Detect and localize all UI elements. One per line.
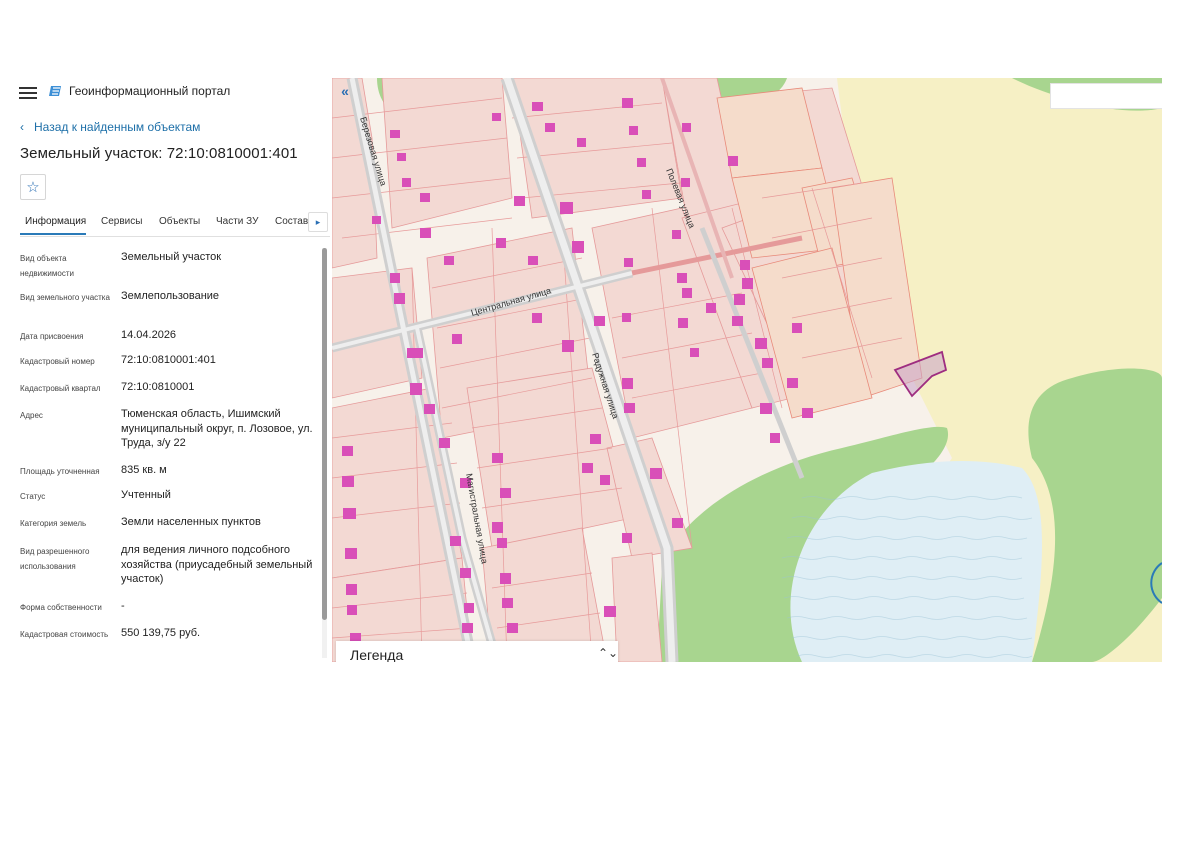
- prop-value-status: Учтенный: [121, 489, 171, 501]
- chevron-right-icon: ▸: [315, 216, 321, 227]
- prop-label-address: Адрес: [20, 411, 43, 420]
- prop-value-address: Тюменская область, Ишимский муниципальны…: [121, 408, 313, 449]
- tab-objects[interactable]: Объекты: [159, 216, 200, 227]
- tab-composition[interactable]: Состав: [275, 216, 308, 227]
- double-chevron-left-icon: «: [341, 83, 349, 99]
- prop-label-land-category: Категория земель: [20, 519, 87, 528]
- prop-value-date: 14.04.2026: [121, 329, 177, 341]
- panel-scrollbar-thumb[interactable]: [322, 248, 327, 620]
- legend-bar[interactable]: Легенда ⌃⌄: [336, 641, 618, 662]
- prop-value-cadastral-number: 72:10:0810001:401: [121, 354, 216, 366]
- back-to-results-link[interactable]: ‹ Назад к найденным объектам: [20, 120, 200, 134]
- prop-label-area: Площадь уточненная: [20, 467, 100, 476]
- tab-info[interactable]: Информация: [25, 216, 86, 227]
- tab-parts[interactable]: Части ЗУ: [216, 216, 258, 227]
- expand-updown-icon[interactable]: ⌃⌄: [598, 646, 618, 660]
- prop-label-date: Дата присвоения: [20, 332, 84, 341]
- prop-value-area: 835 кв. м: [121, 464, 167, 476]
- prop-label-cadastral-quarter: Кадастровый квартал: [20, 384, 101, 393]
- collapse-panel-button[interactable]: «: [334, 81, 356, 101]
- prop-value-land-kind: Землепользование: [121, 290, 220, 302]
- tab-services[interactable]: Сервисы: [101, 216, 142, 227]
- portal-logo-icon: [49, 86, 61, 96]
- top-bar: Геоинформационный портал: [0, 78, 332, 108]
- prop-label-object-kind: Вид объекта недвижимости: [20, 254, 74, 278]
- prop-label-cadastral-number: Кадастровый номер: [20, 357, 95, 366]
- prop-value-land-category: Земли населенных пунктов: [121, 516, 261, 528]
- prop-value-cadastral-value: 550 139,75 руб.: [121, 627, 201, 639]
- prop-value-object-kind: Земельный участок: [121, 251, 222, 263]
- prop-label-permitted-use: Вид разрешенного использования: [20, 547, 90, 571]
- hamburger-menu-icon[interactable]: [19, 84, 37, 100]
- prop-label-ownership: Форма собственности: [20, 603, 102, 612]
- prop-value-ownership: -: [121, 600, 125, 612]
- favorite-button[interactable]: ☆: [20, 174, 46, 200]
- prop-value-permitted-use: для ведения личного подсобного хозяйства…: [121, 544, 313, 585]
- prop-label-cadastral-value: Кадастровая стоимость: [20, 630, 109, 639]
- map-search-box[interactable]: [1050, 83, 1162, 109]
- active-tab-indicator: [20, 233, 86, 235]
- prop-label-status: Статус: [20, 492, 46, 501]
- map-view[interactable]: Березовая улица Центральная улица Радужн…: [332, 78, 1162, 662]
- prop-label-land-kind: Вид земельного участка: [20, 293, 110, 302]
- portal-title: Геоинформационный портал: [69, 84, 231, 98]
- star-icon: ☆: [26, 179, 40, 196]
- tabs-scroll-right-button[interactable]: ▸: [308, 212, 328, 232]
- chevron-left-icon: ‹: [20, 120, 24, 134]
- back-link-label: Назад к найденным объектам: [34, 120, 201, 134]
- prop-value-cadastral-quarter: 72:10:0810001: [121, 381, 195, 393]
- info-panel: Геоинформационный портал ‹ Назад к найден…: [0, 78, 332, 662]
- tab-bar: Информация Сервисы Объекты Части ЗУ Сост…: [20, 208, 330, 237]
- legend-label: Легенда: [350, 647, 404, 662]
- page-title: Земельный участок: 72:10:0810001:401: [20, 145, 298, 162]
- app-window: Геоинформационный портал ‹ Назад к найден…: [0, 78, 1162, 662]
- map-canvas[interactable]: Березовая улица Центральная улица Радужн…: [332, 78, 1162, 662]
